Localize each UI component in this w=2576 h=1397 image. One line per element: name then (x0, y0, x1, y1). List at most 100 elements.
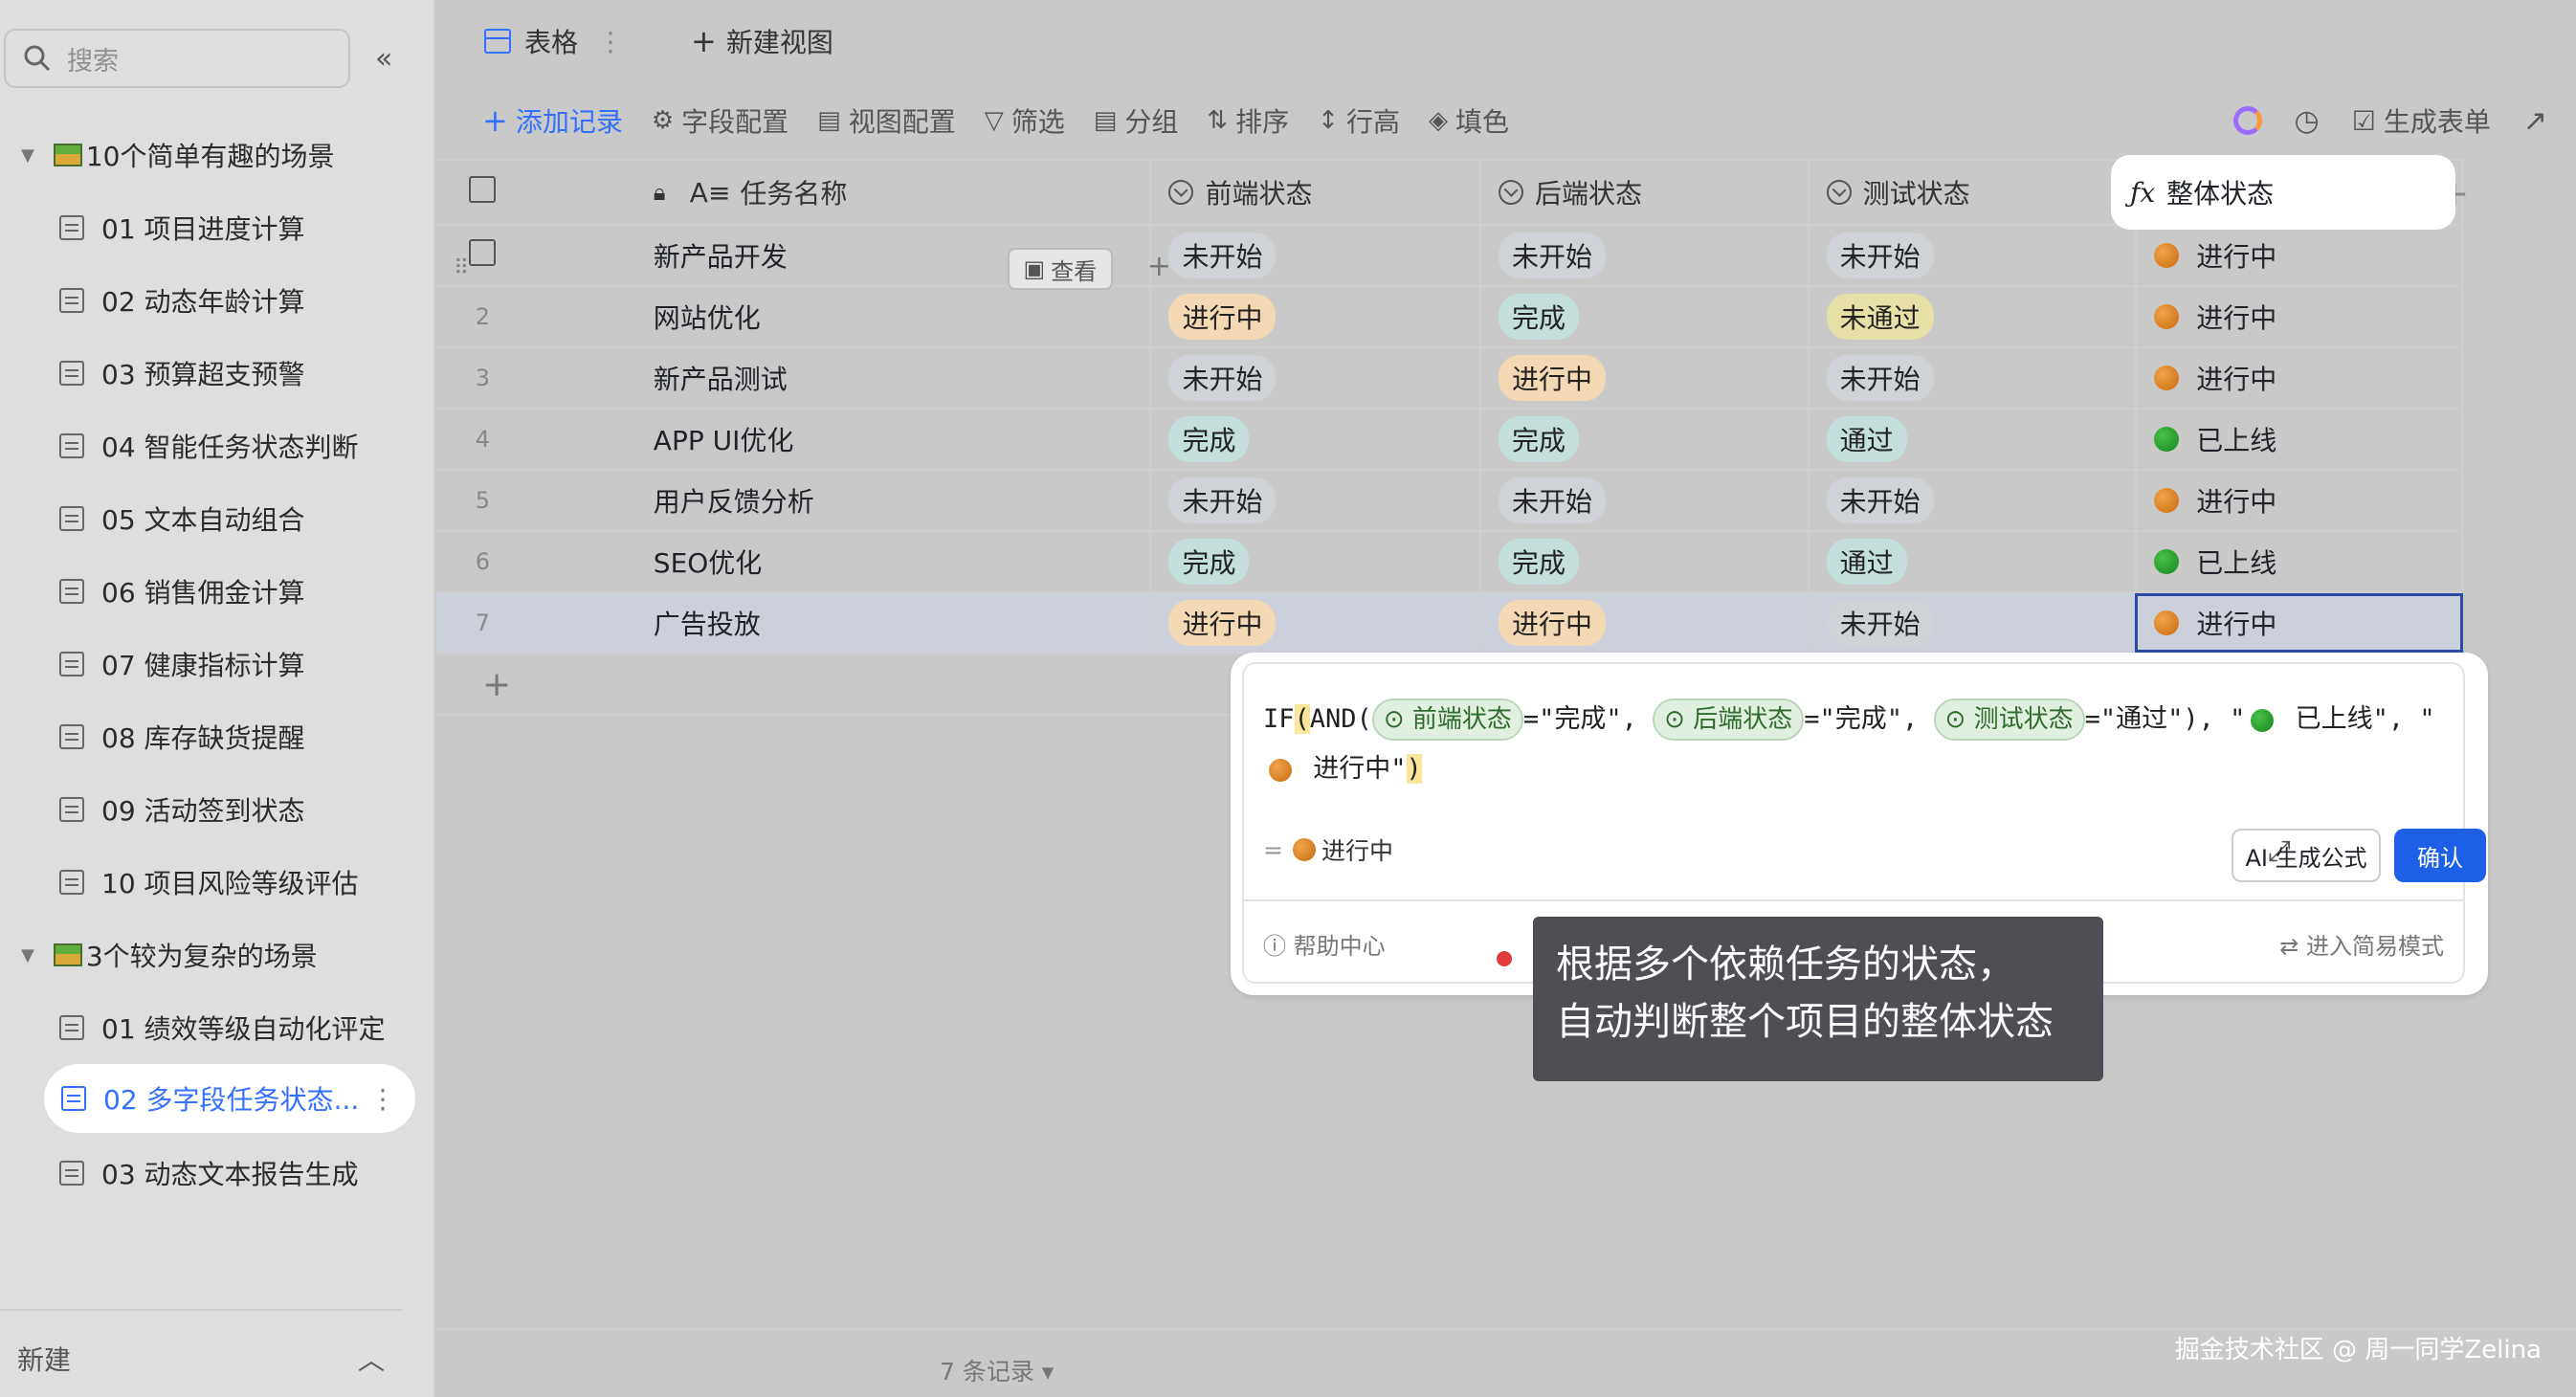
back-status-cell[interactable]: 进行中 (1478, 348, 1808, 408)
table-row-selected[interactable]: 7 广告投放 进行中 进行中 未开始 进行中 (436, 593, 2463, 654)
overall-status-cell[interactable]: 已上线 (2135, 410, 2464, 469)
table-row[interactable]: 6 SEO优化 完成 完成 通过 已上线 (436, 532, 2464, 593)
table-row[interactable]: 4 APP UI优化 完成 完成 通过 已上线 (436, 410, 2464, 471)
back-status-cell[interactable]: 未开始 (1478, 471, 1808, 530)
column-header-name[interactable]: 🔒︎ A≡ 任务名称 (529, 173, 1150, 211)
overall-status-cell-active[interactable]: 进行中 (2135, 593, 2463, 653)
front-status-cell[interactable]: 进行中 (1149, 593, 1479, 653)
sidebar-item[interactable]: 03 预算超支预警 (59, 354, 305, 392)
field-token[interactable]: ⊙ 测试状态 (1933, 698, 2085, 741)
test-status-cell[interactable]: 通过 (1807, 410, 2136, 469)
test-status-cell[interactable]: 未开始 (1807, 226, 2136, 285)
add-subrecord-icon[interactable]: + (1147, 250, 1171, 283)
chevron-up-icon[interactable]: ︿ (358, 1340, 385, 1378)
sidebar-item[interactable]: 07 健康指标计算 (59, 645, 305, 683)
table-row[interactable]: 3 新产品测试 未开始 进行中 未开始 进行中 (436, 348, 2464, 410)
test-status-cell[interactable]: 未开始 (1807, 348, 2136, 408)
back-status-cell[interactable]: 完成 (1478, 410, 1808, 469)
folder-group-complex[interactable]: ▼ 3个较为复杂的场景 (21, 936, 318, 974)
overall-status-cell[interactable]: 已上线 (2135, 532, 2464, 591)
front-status-cell[interactable]: 进行中 (1149, 287, 1479, 346)
overall-status-cell[interactable]: 进行中 (2135, 348, 2464, 408)
test-status-cell[interactable]: 未开始 (1807, 593, 2136, 653)
test-status-cell[interactable]: 未通过 (1807, 287, 2136, 346)
row-height-button[interactable]: ↕ 行高 (1318, 101, 1400, 140)
search-input[interactable]: 搜索 (4, 29, 350, 88)
new-bar[interactable]: 新建 ︿ (0, 1309, 402, 1397)
field-token[interactable]: ⊙ 后端状态 (1653, 698, 1805, 741)
sidebar-item[interactable]: 01 绩效等级自动化评定 (59, 1009, 386, 1047)
overall-status-cell[interactable]: 进行中 (2135, 471, 2464, 530)
sidebar-item[interactable]: 02 动态年龄计算 (59, 281, 305, 320)
name-cell[interactable]: 用户反馈分析 (529, 481, 1150, 520)
select-all-checkbox[interactable] (469, 176, 497, 203)
test-status-cell[interactable]: 通过 (1807, 532, 2136, 591)
folder-group-simple[interactable]: ▼ 10个简单有趣的场景 (21, 136, 334, 174)
filter-button[interactable]: ▽ 筛选 (985, 101, 1065, 140)
sidebar-item[interactable]: 05 文本自动组合 (59, 499, 305, 538)
sidebar-item[interactable]: 01 项目进度计算 (59, 209, 305, 247)
name-cell[interactable]: APP UI优化 (529, 420, 1150, 458)
view-config-button[interactable]: ▤ 视图配置 (817, 101, 956, 140)
sidebar-item[interactable]: 04 智能任务状态判断 (59, 427, 359, 465)
overall-status-cell[interactable]: 进行中 (2135, 287, 2464, 346)
new-view-button[interactable]: + 新建视图 (691, 22, 833, 60)
drag-handle-icon[interactable]: ⠿ (454, 256, 469, 280)
sidebar-item-active[interactable]: 02 多字段任务状态... ⋮ (44, 1064, 415, 1133)
name-cell[interactable]: 新产品开发 ▣ 查看 + (529, 236, 1171, 290)
sidebar-item[interactable]: 09 活动签到状态 (59, 790, 305, 829)
field-token[interactable]: ⊙ 前端状态 (1371, 698, 1523, 741)
name-cell[interactable]: 新产品测试 (529, 359, 1150, 397)
generate-form-button[interactable]: ☑ 生成表单 (2352, 101, 2491, 140)
back-status-cell[interactable]: 进行中 (1479, 593, 1808, 653)
front-status-cell[interactable]: 未开始 (1149, 348, 1479, 408)
column-header-front[interactable]: 前端状态 (1149, 161, 1479, 224)
row-checkbox[interactable] (469, 239, 497, 266)
front-status-cell[interactable]: 未开始 (1149, 226, 1479, 285)
help-center-link[interactable]: ⓘ 帮助中心 (1263, 927, 1386, 961)
formula-input[interactable]: IF(AND(⊙ 前端状态 ="完成", ⊙ 后端状态 ="完成", ⊙ 测试状态 =… (1263, 695, 2450, 794)
more-icon[interactable]: ⋮ (597, 26, 624, 57)
add-record-button[interactable]: + 添加记录 (482, 101, 623, 140)
fill-color-button[interactable]: ◈ 填色 (1429, 101, 1509, 140)
row-number: 7 (475, 610, 491, 636)
sidebar-item[interactable]: 10 项目风险等级评估 (59, 863, 359, 901)
ai-generate-formula-button[interactable]: AI 生成公式 (2232, 829, 2381, 882)
ai-ring-icon[interactable] (2232, 106, 2262, 135)
table-row[interactable]: 5 用户反馈分析 未开始 未开始 未开始 进行中 (436, 471, 2464, 532)
field-config-button[interactable]: ⚙ 字段配置 (652, 101, 788, 140)
row-selector[interactable]: ⠿ (436, 239, 529, 280)
test-status-cell[interactable]: 未开始 (1807, 471, 2136, 530)
back-status-cell[interactable]: 未开始 (1478, 226, 1808, 285)
history-icon[interactable]: ◷ (2295, 104, 2320, 138)
sidebar-item[interactable]: 03 动态文本报告生成 (59, 1154, 359, 1192)
sort-button[interactable]: ⇅ 排序 (1207, 101, 1289, 140)
front-status-cell[interactable]: 完成 (1149, 532, 1479, 591)
select-all-cell[interactable] (436, 176, 529, 209)
group-button[interactable]: ▤ 分组 (1094, 101, 1179, 140)
name-cell[interactable]: 网站优化 (529, 298, 1150, 336)
confirm-button[interactable]: 确认 (2394, 829, 2486, 882)
table-row[interactable]: 2 网站优化 进行中 完成 未通过 进行中 (436, 287, 2464, 348)
collapse-sidebar-icon[interactable]: « (375, 42, 392, 76)
front-status-cell[interactable]: 完成 (1149, 410, 1479, 469)
simple-mode-link[interactable]: ⇄ 进入简易模式 (2279, 927, 2444, 961)
sidebar-item[interactable]: 06 销售佣金计算 (59, 572, 305, 610)
table-row[interactable]: ⠿ 新产品开发 ▣ 查看 + 未开始 未开始 未开始 进行中 (436, 226, 2464, 290)
column-header-test[interactable]: 测试状态 (1807, 161, 2136, 224)
share-icon[interactable]: ↗ (2523, 104, 2547, 138)
overall-status-cell[interactable]: 进行中 (2135, 226, 2464, 285)
record-count[interactable]: 7 条记录 ▾ (940, 1353, 1054, 1387)
front-status-cell[interactable]: 未开始 (1149, 471, 1479, 530)
sidebar-item[interactable]: 08 库存缺货提醒 (59, 718, 305, 756)
column-header-overall[interactable]: ƒx 整体状态 (2111, 155, 2455, 230)
name-cell[interactable]: SEO优化 (529, 543, 1150, 581)
back-status-cell[interactable]: 完成 (1478, 532, 1808, 591)
name-cell[interactable]: 广告投放 (529, 604, 1150, 642)
more-options-icon[interactable]: ⋮ (369, 1083, 396, 1115)
cell-text: 新产品测试 (653, 364, 788, 395)
view-record-button[interactable]: ▣ 查看 (1007, 248, 1113, 290)
tab-table[interactable]: 表格 ⋮ (484, 22, 624, 60)
column-header-back[interactable]: 后端状态 (1478, 161, 1808, 224)
back-status-cell[interactable]: 完成 (1478, 287, 1808, 346)
